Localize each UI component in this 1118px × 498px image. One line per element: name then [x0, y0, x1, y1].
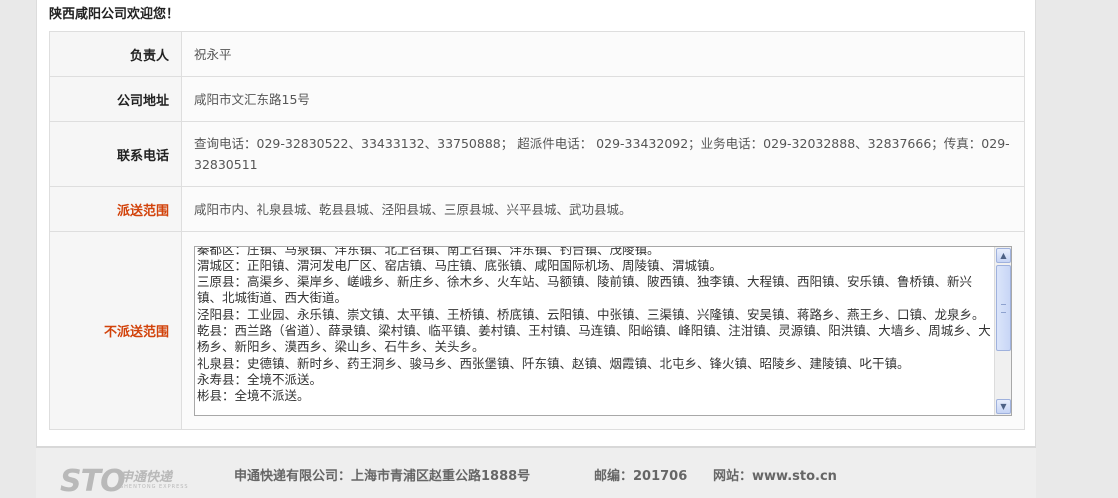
no-delivery-textarea[interactable]: 秦都区：庄镇、马泉镇、沣东镇、北上召镇、南上召镇、沣东镇、钓台镇、茂陵镇。 渭城… [194, 245, 1012, 416]
table-row: 联系电话 查询电话：029-32830522、33433132、33750888… [49, 121, 1025, 187]
delivery-range-label: 派送范围 [49, 186, 182, 232]
phone-value: 查询电话：029-32830522、33433132、33750888； 超派件… [181, 121, 1025, 187]
table-row: 不派送范围 秦都区：庄镇、马泉镇、沣东镇、北上召镇、南上召镇、沣东镇、钓台镇、茂… [49, 231, 1025, 430]
sto-logo: STO 申通快递 SHENTONG EXPRESS [60, 464, 190, 498]
no-delivery-line: 乾县：西兰路（省道）、薛录镇、梁村镇、临平镇、姜村镇、王村镇、马连镇、阳峪镇、峰… [197, 322, 991, 355]
no-delivery-line: 彬县：全境不派送。 [197, 388, 310, 404]
table-row: 公司地址 咸阳市文汇东路15号 [49, 76, 1025, 122]
company-info-table: 负责人 祝永平 公司地址 咸阳市文汇东路15号 联系电话 查询电话：029-32… [49, 31, 1025, 430]
no-delivery-line: 泾阳县：工业园、永乐镇、崇文镇、太平镇、王桥镇、桥底镇、云阳镇、中张镇、三渠镇、… [197, 306, 985, 322]
manager-label: 负责人 [49, 31, 182, 77]
delivery-range-value: 咸阳市内、礼泉县城、乾县县城、泾阳县城、三原县城、兴平县城、武功县城。 [181, 186, 1025, 232]
footer-company-address: 申通快递有限公司：上海市青浦区赵重公路1888号 [234, 469, 531, 484]
phone-label: 联系电话 [49, 121, 182, 187]
no-delivery-cell: 秦都区：庄镇、马泉镇、沣东镇、北上召镇、南上召镇、沣东镇、钓台镇、茂陵镇。 渭城… [181, 231, 1025, 430]
no-delivery-line: 永寿县：全境不派送。 [197, 371, 323, 387]
table-row: 派送范围 咸阳市内、礼泉县城、乾县县城、泾阳县城、三原县城、兴平县城、武功县城。 [49, 186, 1025, 232]
no-delivery-line: 秦都区：庄镇、马泉镇、沣东镇、北上召镇、南上召镇、沣东镇、钓台镇、茂陵镇。 [197, 245, 660, 257]
sto-logo-mark: STO [60, 464, 126, 498]
footer: STO 申通快递 SHENTONG EXPRESS 申通快递有限公司：上海市青浦… [36, 446, 1036, 498]
sto-logo-en: SHENTONG EXPRESS [120, 484, 189, 490]
no-delivery-line: 三原县：高渠乡、渠岸乡、嵯峨乡、新庄乡、徐木乡、火车站、马额镇、陵前镇、陂西镇、… [197, 274, 973, 306]
scrollbar-thumb[interactable] [996, 264, 1011, 351]
no-delivery-line: 渭城区：正阳镇、渭河发电厂区、窑店镇、马庄镇、底张镇、咸阳国际机场、周陵镇、渭城… [197, 257, 723, 273]
address-label: 公司地址 [49, 76, 182, 122]
sto-logo-cn: 申通快递 [120, 470, 173, 485]
no-delivery-label: 不派送范围 [49, 231, 182, 430]
page-container: 陕西咸阳公司欢迎您！ 负责人 祝永平 公司地址 咸阳市文汇东路15号 联系电话 … [36, 0, 1036, 446]
scroll-up-arrow-icon[interactable]: ▲ [996, 247, 1011, 263]
table-row: 负责人 祝永平 [49, 31, 1025, 77]
welcome-heading: 陕西咸阳公司欢迎您！ [49, 7, 180, 22]
no-delivery-text: 秦都区：庄镇、马泉镇、沣东镇、北上召镇、南上召镇、沣东镇、钓台镇、茂陵镇。 渭城… [197, 245, 991, 405]
scroll-down-arrow-icon[interactable]: ▼ [996, 398, 1011, 414]
manager-value: 祝永平 [181, 31, 1025, 77]
vertical-scrollbar[interactable]: ▲ ▼ [994, 246, 1011, 415]
footer-website: 网站：www.sto.cn [713, 469, 837, 484]
address-value: 咸阳市文汇东路15号 [181, 76, 1025, 122]
footer-postcode: 邮编：201706 [594, 469, 688, 484]
no-delivery-line: 礼泉县：史德镇、新时乡、药王洞乡、骏马乡、西张堡镇、阡东镇、赵镇、烟霞镇、北屯乡… [197, 355, 910, 371]
